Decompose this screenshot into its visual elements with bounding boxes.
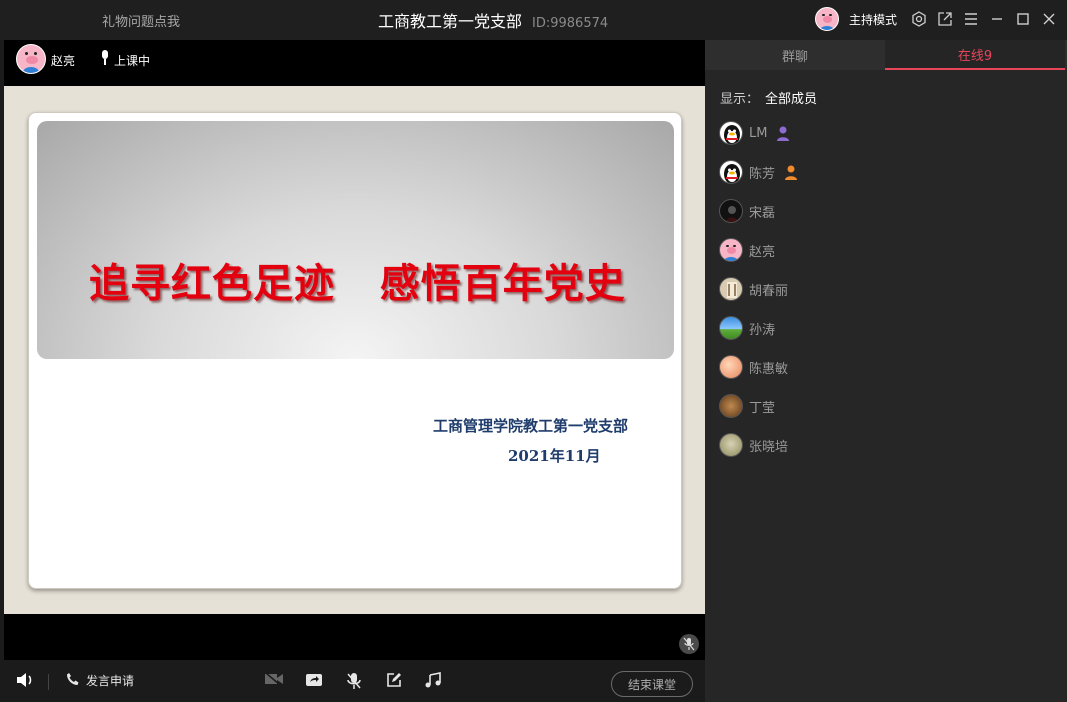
- microphone-icon: [100, 50, 110, 70]
- member-item[interactable]: 陈惠敏: [719, 354, 788, 380]
- member-name: 宋磊: [749, 205, 776, 221]
- classroom-window: 礼物问题点我 工商教工第一党支部 ID:9986574 主持模式 赵亮 上课中 …: [0, 0, 1067, 702]
- toolbar-divider: [48, 674, 49, 690]
- member-item[interactable]: 胡春丽: [719, 276, 788, 302]
- member-item[interactable]: 张晓培: [719, 432, 788, 458]
- slide: 追寻红色足迹 感悟百年党史 工商管理学院教工第一党支部 2021年11月: [28, 112, 682, 589]
- slide-organization: 工商管理学院教工第一党支部: [433, 417, 629, 435]
- purple-person-icon: [775, 125, 791, 141]
- camera-off-icon[interactable]: [264, 672, 284, 686]
- member-name: 丁莹: [749, 400, 776, 416]
- member-name: 孙涛: [749, 322, 776, 338]
- teacher-avatar[interactable]: [16, 44, 46, 74]
- teacher-strip: 赵亮 上课中: [4, 40, 705, 86]
- tab-group-chat[interactable]: 群聊: [705, 40, 885, 70]
- apply-speak-button[interactable]: 发言申请: [66, 672, 134, 689]
- member-item[interactable]: 宋磊: [719, 198, 775, 224]
- speaker-icon[interactable]: [16, 672, 34, 688]
- menu-icon[interactable]: [963, 11, 979, 27]
- bottom-toolbar: 发言申请 结束课堂: [4, 660, 705, 702]
- share-icon[interactable]: [937, 11, 953, 27]
- teaching-status: 上课中: [100, 50, 150, 70]
- apply-speak-label: 发言申请: [86, 674, 135, 688]
- screen-share-icon[interactable]: [305, 672, 323, 688]
- slide-date: 2021年11月: [508, 447, 601, 465]
- window-controls: 主持模式: [814, 5, 1057, 33]
- presentation-stage: 追寻红色足迹 感悟百年党史 工商管理学院教工第一党支部 2021年11月: [4, 86, 705, 614]
- panel-tabs: 群聊 在线9: [705, 40, 1067, 70]
- brown-avatar: [719, 394, 743, 418]
- member-item[interactable]: LM: [719, 120, 791, 146]
- host-avatar[interactable]: [814, 7, 839, 31]
- orange-person-icon: [783, 164, 799, 180]
- close-icon[interactable]: [1041, 11, 1057, 27]
- host-mode-label[interactable]: 主持模式: [849, 11, 897, 28]
- dark-avatar: [719, 199, 743, 223]
- room-header: 工商教工第一党支部 ID:9986574: [378, 8, 608, 32]
- end-class-button[interactable]: 结束课堂: [611, 671, 693, 697]
- member-name: 胡春丽: [749, 283, 789, 299]
- settings-icon[interactable]: [911, 11, 927, 27]
- member-name: 张晓培: [749, 439, 789, 455]
- slide-title: 追寻红色足迹 感悟百年党史: [89, 260, 626, 307]
- gift-help-link[interactable]: 礼物问题点我: [102, 11, 180, 30]
- mic-off-icon[interactable]: [346, 672, 362, 690]
- mic-muted-icon[interactable]: [679, 634, 699, 654]
- minimize-icon[interactable]: [989, 11, 1005, 27]
- peach-avatar: [719, 355, 743, 379]
- phone-icon: [66, 672, 80, 689]
- teacher-name: 赵亮: [51, 54, 76, 68]
- member-name: 陈惠敏: [749, 361, 789, 377]
- slide-banner: [37, 121, 674, 359]
- room-title: 工商教工第一党支部: [378, 12, 523, 31]
- video-lower-area: [4, 614, 705, 660]
- landscape-avatar: [719, 316, 743, 340]
- music-icon[interactable]: [424, 672, 442, 688]
- penguin-avatar: [719, 121, 743, 145]
- filter-value: 全部成员: [765, 92, 818, 107]
- status-label: 上课中: [114, 53, 151, 68]
- penguin-avatar: [719, 160, 743, 184]
- title-bar: 礼物问题点我 工商教工第一党支部 ID:9986574 主持模式: [0, 0, 1067, 40]
- room-id: ID:9986574: [532, 16, 609, 31]
- member-name: 陈芳: [749, 166, 776, 182]
- member-name: 赵亮: [749, 244, 776, 260]
- member-item[interactable]: 孙涛: [719, 315, 775, 341]
- tab-online[interactable]: 在线9: [885, 40, 1065, 70]
- pig-avatar: [719, 238, 743, 262]
- members-panel: 群聊 在线9 显示： 全部成员 LM 陈芳 宋磊 赵亮 胡春丽 孙涛 陈惠敏 丁…: [705, 40, 1067, 702]
- member-name: LM: [749, 125, 768, 141]
- photo-avatar: [719, 277, 743, 301]
- member-item[interactable]: 赵亮: [719, 237, 775, 263]
- member-filter[interactable]: 显示： 全部成员: [720, 88, 817, 107]
- member-item[interactable]: 丁莹: [719, 393, 775, 419]
- filter-label: 显示：: [720, 92, 760, 107]
- olive-avatar: [719, 433, 743, 457]
- member-item[interactable]: 陈芳: [719, 159, 799, 185]
- maximize-icon[interactable]: [1015, 11, 1031, 27]
- edit-icon[interactable]: [386, 672, 402, 688]
